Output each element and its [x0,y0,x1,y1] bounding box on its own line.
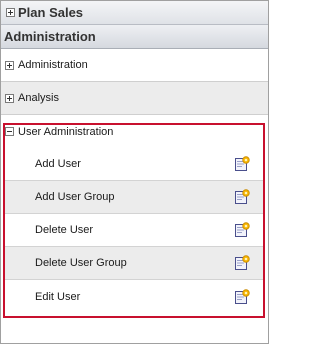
administration-section-header[interactable]: Administration [1,25,268,49]
plan-sales-header[interactable]: Plan Sales [1,1,268,25]
expand-plus-icon[interactable] [5,60,14,70]
tree-node-administration[interactable]: Administration [1,49,268,82]
tree-node-analysis[interactable]: Analysis [1,82,268,115]
navigation-panel: Plan Sales Administration Administration… [0,0,269,344]
expand-plus-icon[interactable] [6,8,15,17]
plan-sales-label: Plan Sales [18,5,84,20]
section-title: Administration [4,29,96,44]
tree-node-label: Administration [18,59,88,71]
tree-node-label: Analysis [18,92,59,104]
expand-plus-icon[interactable] [5,93,14,103]
highlight-box [3,123,265,318]
